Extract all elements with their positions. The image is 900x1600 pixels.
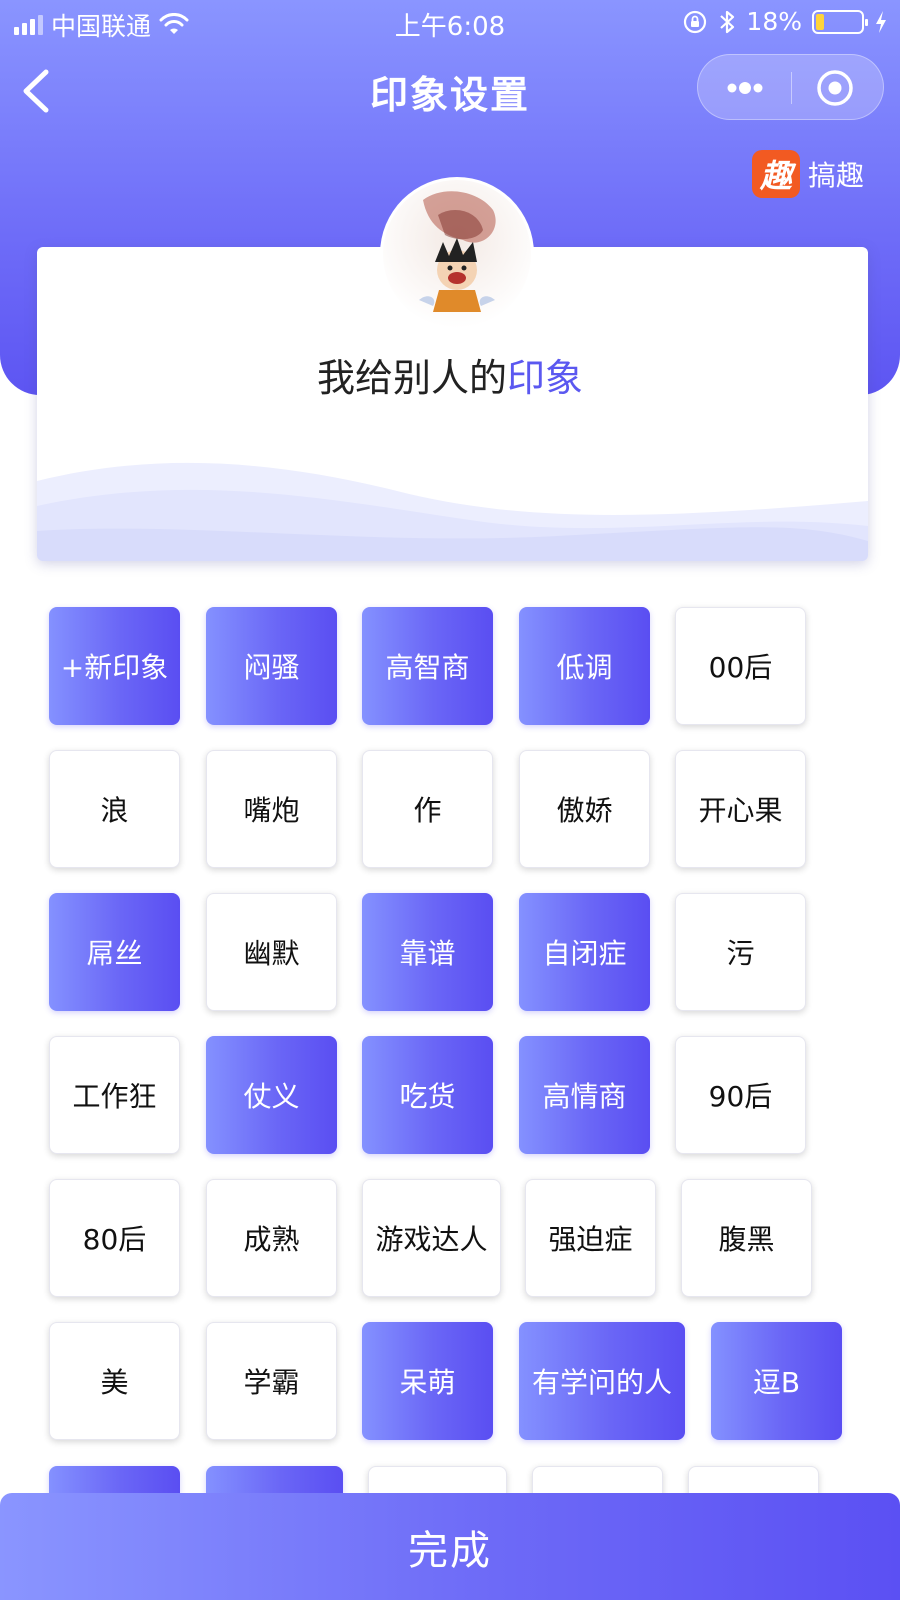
- impression-tag[interactable]: 有学问的人: [519, 1322, 685, 1440]
- brand-logo: 趣: [751, 150, 800, 198]
- avatar-image: [383, 180, 531, 328]
- impression-tag[interactable]: 美: [49, 1322, 180, 1440]
- mini-program-capsule: [697, 54, 884, 120]
- battery-percent: 18%: [746, 7, 802, 36]
- wave-decoration: [37, 462, 868, 561]
- impression-tag[interactable]: 傲娇: [519, 750, 650, 868]
- impression-tag[interactable]: 靠谱: [362, 893, 493, 1011]
- impression-tag[interactable]: 腹黑: [681, 1179, 812, 1297]
- done-button[interactable]: 完成: [0, 1493, 900, 1600]
- impression-tag[interactable]: 高情商: [519, 1036, 650, 1154]
- brand-badge[interactable]: 趣 搞趣: [751, 150, 864, 198]
- impression-tag[interactable]: 强迫症: [525, 1179, 656, 1297]
- impression-tag[interactable]: 高智商: [362, 607, 493, 725]
- impression-tag[interactable]: 浪: [49, 750, 180, 868]
- user-avatar[interactable]: [380, 177, 534, 331]
- card-title-prefix: 我给别人的: [316, 356, 507, 400]
- more-dots-icon[interactable]: [720, 73, 770, 103]
- impression-tag[interactable]: 成熟: [206, 1179, 337, 1297]
- impression-tag[interactable]: 90后: [675, 1036, 806, 1154]
- card-title-accent: 印象: [507, 356, 584, 400]
- impression-tag[interactable]: 学霸: [206, 1322, 337, 1440]
- battery-icon: [812, 9, 868, 34]
- rotation-lock-icon: [684, 10, 707, 33]
- impression-tag[interactable]: 吃货: [362, 1036, 493, 1154]
- impression-tag[interactable]: 开心果: [675, 750, 806, 868]
- impression-tag[interactable]: 闷骚: [206, 607, 337, 725]
- impression-tag[interactable]: 作: [362, 750, 493, 868]
- impression-tag[interactable]: 幽默: [206, 893, 337, 1011]
- impression-tag[interactable]: 嘴炮: [206, 750, 337, 868]
- impression-tag[interactable]: 80后: [49, 1179, 180, 1297]
- impression-tag[interactable]: 低调: [519, 607, 650, 725]
- impression-tag[interactable]: +新印象: [49, 607, 180, 725]
- impression-tag[interactable]: 自闭症: [519, 893, 650, 1011]
- status-right: 18%: [682, 7, 888, 36]
- brand-name: 搞趣: [807, 159, 864, 192]
- page: 中国联通 上午6:08 18% 印象设置 趣 搞趣 我给别人的印象 +新印象 闷…: [0, 0, 900, 1600]
- impression-tag[interactable]: 逗B: [711, 1322, 842, 1440]
- bluetooth-icon: [720, 10, 735, 33]
- charging-icon: [876, 10, 886, 33]
- card-title: 我给别人的印象: [0, 347, 900, 402]
- impression-tag[interactable]: 呆萌: [362, 1322, 493, 1440]
- impression-tag[interactable]: 工作狂: [49, 1036, 180, 1154]
- capsule-divider: [791, 72, 792, 104]
- status-bar: 中国联通 上午6:08 18%: [0, 0, 900, 44]
- impression-tag[interactable]: 污: [675, 893, 806, 1011]
- impression-tag[interactable]: 屌丝: [49, 893, 180, 1011]
- impression-tag[interactable]: 仗义: [206, 1036, 337, 1154]
- impression-tag[interactable]: 游戏达人: [362, 1179, 501, 1297]
- impression-tag[interactable]: 00后: [675, 607, 806, 725]
- target-circle-icon[interactable]: [816, 69, 854, 107]
